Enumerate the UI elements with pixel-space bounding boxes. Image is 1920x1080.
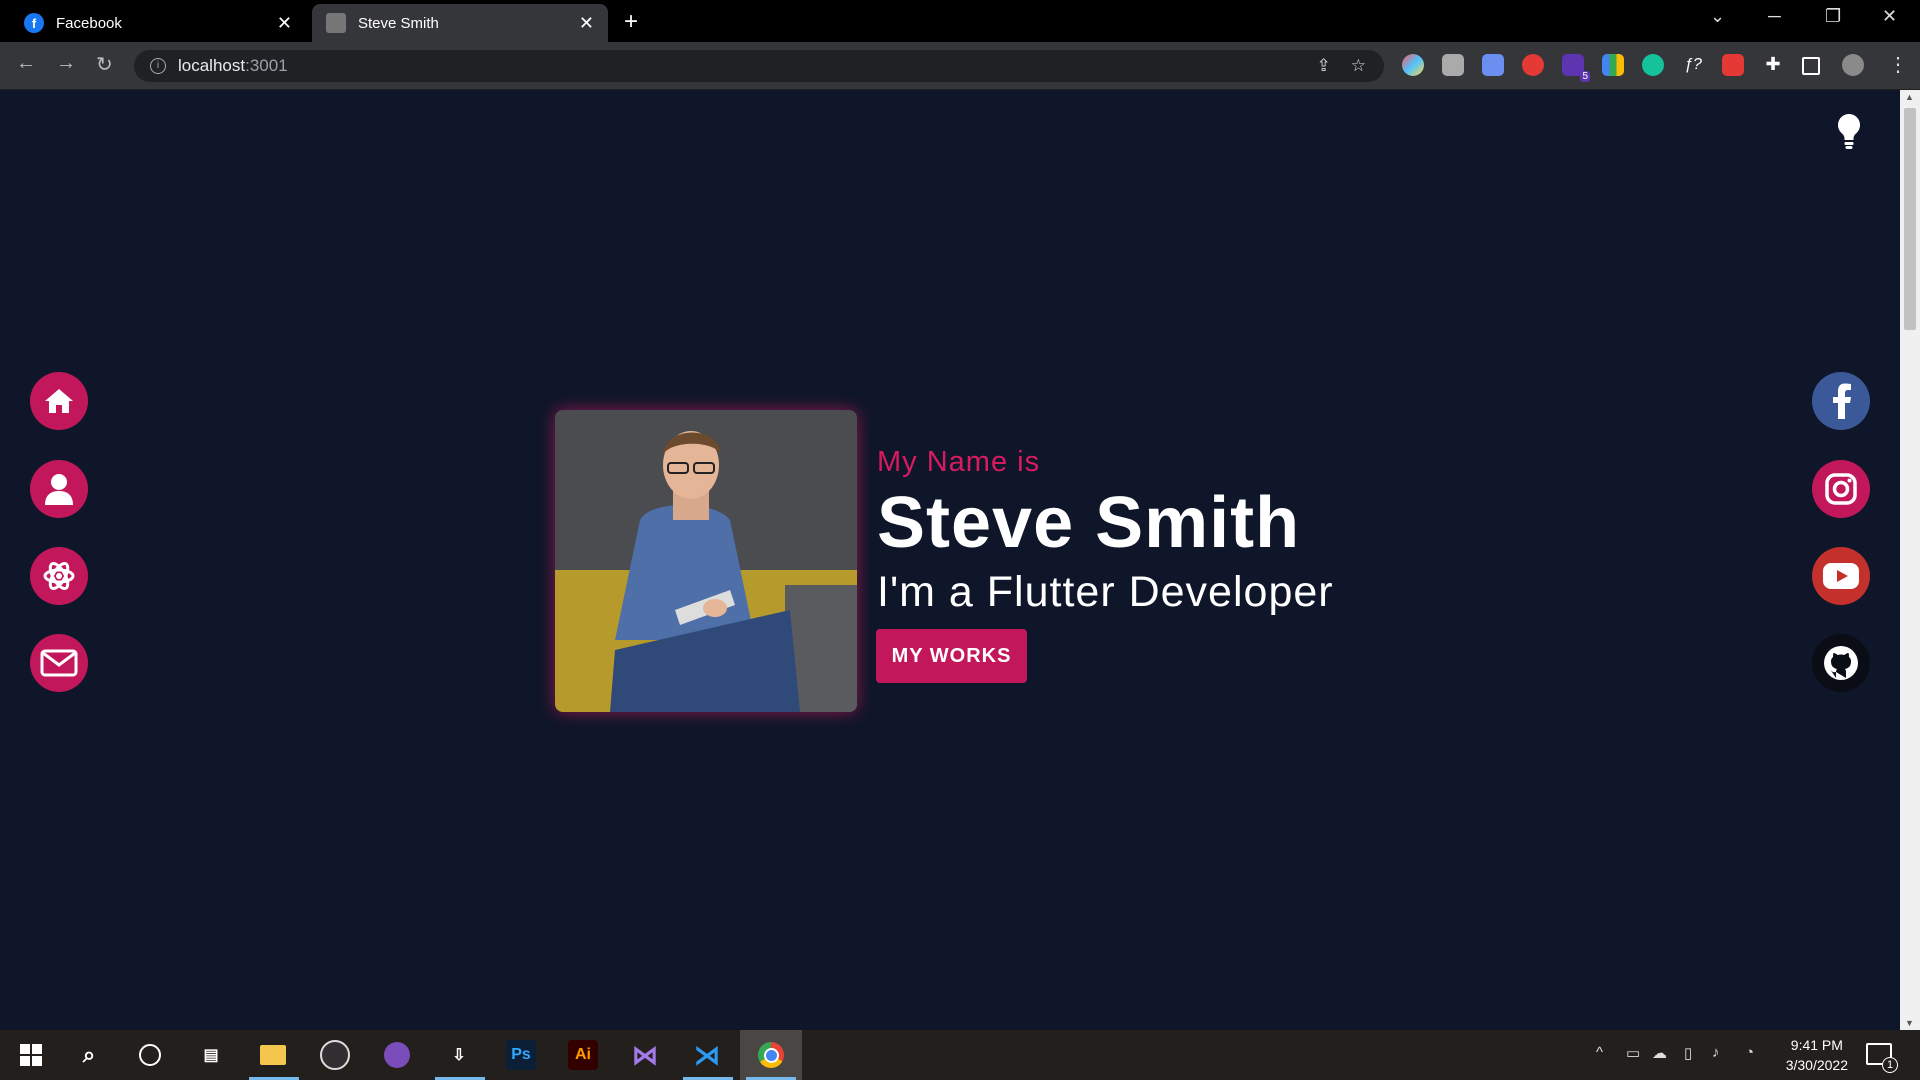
facebook-icon (1833, 383, 1851, 419)
github-desktop-icon[interactable] (382, 1040, 412, 1070)
profile-photo-illustration (555, 410, 857, 712)
youtube-link[interactable] (1812, 547, 1870, 605)
profile-avatar[interactable] (1842, 54, 1864, 76)
search-icon[interactable]: ⌕ (74, 1040, 104, 1070)
mail-icon (40, 649, 78, 677)
reload-icon[interactable]: ↻ (96, 52, 113, 77)
chrome-icon[interactable] (756, 1040, 786, 1070)
purple-extension-icon[interactable]: 5 (1562, 54, 1590, 82)
side-panel-icon[interactable] (1802, 57, 1820, 75)
windows-start-icon[interactable] (16, 1040, 46, 1070)
github-link[interactable] (1812, 634, 1870, 692)
page-scrollbar[interactable]: ▲ ▼ (1900, 90, 1920, 1030)
youtube-icon (1823, 563, 1859, 589)
site-info-icon[interactable]: i (150, 58, 166, 74)
url-text: localhost:3001 (178, 56, 288, 75)
nav-skills-button[interactable] (30, 547, 88, 605)
nav-about-button[interactable] (30, 460, 88, 518)
instagram-link[interactable] (1812, 460, 1870, 518)
forward-icon[interactable]: → (56, 52, 76, 75)
minimize-icon[interactable]: ─ (1768, 6, 1781, 27)
photoshop-icon[interactable]: Ps (506, 1040, 536, 1070)
onedrive-icon[interactable]: ☁ (1652, 1044, 1667, 1062)
task-view-icon[interactable]: ▤ (196, 1040, 226, 1070)
new-tab-icon[interactable]: + (624, 8, 638, 36)
atom-icon (43, 562, 75, 590)
github-icon (1824, 646, 1858, 680)
restore-icon[interactable]: ❐ (1825, 6, 1841, 27)
theme-lightbulb-icon[interactable] (1836, 112, 1862, 152)
analytics-extension-icon[interactable] (1602, 54, 1624, 76)
close-tab-icon[interactable]: ✕ (579, 13, 594, 34)
nav-contact-button[interactable] (30, 634, 88, 692)
font-finder-extension-icon[interactable]: ƒ? (1682, 54, 1704, 76)
camera-extension-icon[interactable] (1442, 54, 1464, 76)
battery-icon[interactable]: ▯ (1684, 1044, 1692, 1062)
meet-now-icon[interactable]: ▭ (1626, 1044, 1640, 1062)
intro-subtitle: My Name is (877, 446, 1041, 478)
windows-taskbar: ⌕ ▤ ⇩ Ps Ai ⋈ ⋊ ^ ▭ ☁ ▯ ♪ ◔ 9:41 PM 3/30… (0, 1030, 1920, 1080)
instagram-icon (1825, 473, 1857, 505)
pen-extension-icon[interactable] (1482, 54, 1504, 76)
taskbar-clock[interactable]: 9:41 PM 3/30/2022 (1786, 1035, 1848, 1075)
tab-search-icon[interactable]: ⌄ (1710, 6, 1725, 27)
red-extension-icon[interactable] (1722, 54, 1744, 76)
notification-count: 1 (1882, 1057, 1898, 1073)
hero-name: Steve Smith (877, 483, 1301, 563)
nav-home-button[interactable] (30, 372, 88, 430)
profile-photo (555, 410, 857, 712)
cortana-icon[interactable] (135, 1040, 165, 1070)
action-center-icon[interactable]: 1 (1866, 1043, 1898, 1073)
clock-date: 3/30/2022 (1785, 1057, 1848, 1073)
extension-badge: 5 (1580, 71, 1590, 82)
illustrator-icon[interactable]: Ai (568, 1040, 598, 1070)
page-favicon-icon (326, 13, 346, 33)
tab-title: Facebook (56, 14, 122, 32)
scrollbar-thumb[interactable] (1904, 108, 1916, 330)
browser-toolbar: ← → ↻ i localhost:3001 ⇪ ☆ 5 ƒ? ✚ ⋮ (0, 42, 1920, 90)
clock-time: 9:41 PM (1790, 1037, 1843, 1053)
home-icon (45, 389, 73, 413)
browser-tab-bar: f Facebook ✕ Steve Smith ✕ + ⌄ ─ ❐ ✕ (0, 0, 1920, 42)
facebook-link[interactable] (1812, 372, 1870, 430)
grammarly-extension-icon[interactable] (1642, 54, 1664, 76)
file-explorer-icon[interactable] (258, 1040, 288, 1070)
close-tab-icon[interactable]: ✕ (277, 13, 292, 34)
back-icon[interactable]: ← (16, 52, 36, 75)
obs-icon[interactable] (320, 1040, 350, 1070)
visual-studio-icon[interactable]: ⋈ (630, 1040, 660, 1070)
vscode-icon[interactable]: ⋊ (692, 1040, 722, 1070)
tab-facebook[interactable]: f Facebook ✕ (10, 4, 306, 42)
show-hidden-icons-icon[interactable]: ^ (1596, 1044, 1603, 1061)
bookmark-star-icon[interactable]: ☆ (1351, 56, 1366, 76)
user-icon (45, 474, 73, 505)
extensions-puzzle-icon[interactable]: ✚ (1762, 54, 1784, 76)
network-icon[interactable]: ◔ (1745, 1044, 1754, 1061)
hand-extension-icon[interactable] (1522, 54, 1544, 76)
tab-title: Steve Smith (358, 14, 439, 32)
tab-steve-smith[interactable]: Steve Smith ✕ (312, 4, 608, 42)
volume-icon[interactable]: ♪ (1712, 1044, 1720, 1061)
facebook-favicon-icon: f (24, 13, 44, 33)
browser-menu-icon[interactable]: ⋮ (1888, 52, 1908, 77)
heart-extension-icon[interactable] (1402, 54, 1424, 76)
close-window-icon[interactable]: ✕ (1882, 6, 1897, 27)
download-app-icon[interactable]: ⇩ (444, 1040, 474, 1070)
share-icon[interactable]: ⇪ (1317, 56, 1331, 76)
address-bar[interactable]: i localhost:3001 ⇪ ☆ (134, 50, 1384, 82)
hero-role: I'm a Flutter Developer (877, 568, 1334, 616)
my-works-button[interactable]: MY WORKS (876, 629, 1027, 683)
